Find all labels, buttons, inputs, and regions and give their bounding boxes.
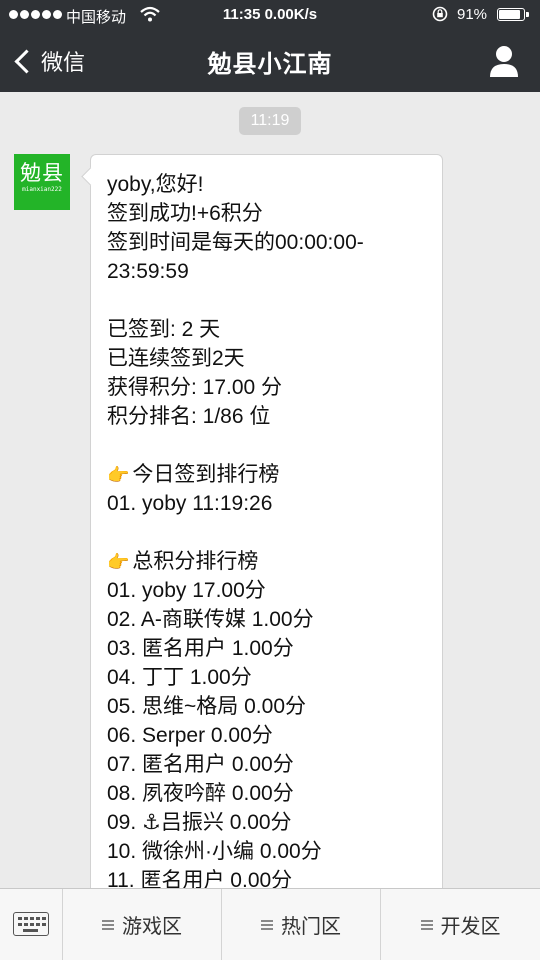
pointing-hand-icon: 👉 (107, 552, 130, 572)
ranking-row: 01. yoby 17.00分 (107, 579, 266, 602)
rank-line: 积分排名: 1/86 位 (107, 405, 271, 428)
menu-tab-label: 热门区 (281, 916, 341, 938)
menu-lines-icon (420, 919, 433, 930)
today-ranking-heading: 👉 今日签到排行榜 (107, 460, 427, 489)
ranking-row: 02. A-商联传媒 1.00分 (107, 608, 314, 631)
pointing-hand-icon: 👉 (107, 465, 130, 485)
avatar-name: 勉县 (20, 161, 64, 185)
rotation-lock-icon (432, 6, 448, 22)
message-text: yoby,您好! 签到成功!+6积分 签到时间是每天的00:00:00- 23:… (107, 170, 427, 888)
ranking-row: 01. yoby 11:19:26 (107, 492, 273, 515)
profile-icon[interactable] (486, 44, 522, 78)
ranking-row: 05. 思维~格局 0.00分 (107, 695, 306, 718)
menu-tab-hot[interactable]: 热门区 (222, 889, 381, 960)
signin-time-line: 签到时间是每天的00:00:00- (107, 231, 364, 254)
days-signed-line: 已签到: 2 天 (107, 318, 221, 341)
nav-bar: 微信 勉县小江南 (0, 30, 540, 92)
keyboard-toggle-button[interactable] (0, 889, 63, 960)
ranking-row: 04. 丁丁 1.00分 (107, 666, 252, 689)
menu-tab-games[interactable]: 游戏区 (63, 889, 222, 960)
greeting-line: yoby,您好! (107, 173, 204, 196)
avatar-handle: mianxian222 (22, 186, 62, 193)
battery-icon (497, 8, 529, 21)
ranking-row: 06. Serper 0.00分 (107, 724, 273, 747)
today-ranking-title: 今日签到排行榜 (132, 463, 280, 486)
total-ranking-heading: 👉 总积分排行榜 (107, 547, 427, 576)
ranking-row: 08. 夙夜吟醉 0.00分 (107, 782, 294, 805)
menu-tab-label: 游戏区 (122, 916, 182, 938)
avatar[interactable]: 勉县 mianxian222 (14, 154, 70, 210)
today-ranking-list: 01. yoby 11:19:26 (107, 489, 427, 518)
points-line: 获得积分: 17.00 分 (107, 376, 283, 399)
signin-time-line-cont: 23:59:59 (107, 260, 189, 283)
ranking-row: 09. ⚓吕振兴 0.00分 (107, 811, 292, 834)
total-ranking-title: 总积分排行榜 (132, 550, 259, 573)
ranking-row: 11. 匿名用户 0.00分 (107, 869, 293, 888)
top-header: 中国移动 11:35 0.00K/s 91% 微信 勉县小江南 (0, 0, 540, 92)
menu-tab-label: 开发区 (440, 916, 501, 938)
ranking-row: 07. 匿名用户 0.00分 (107, 753, 294, 776)
total-ranking-list: 01. yoby 17.00分 02. A-商联传媒 1.00分 03. 匿名用户 … (107, 576, 427, 888)
menu-lines-icon (261, 919, 273, 930)
menu-tab-dev[interactable]: 开发区 (381, 889, 540, 960)
consecutive-line: 已连续签到2天 (107, 347, 245, 370)
chat-title: 勉县小江南 (207, 51, 333, 78)
ranking-row: 03. 匿名用户 1.00分 (107, 637, 294, 660)
message-timestamp: 11:19 (239, 107, 301, 135)
keyboard-icon (13, 912, 49, 936)
battery-percent: 91% (457, 6, 488, 23)
ranking-row: 10. 微徐州·小编 0.00分 (107, 840, 322, 863)
menu-lines-icon (102, 919, 114, 930)
signin-success-line: 签到成功!+6积分 (107, 202, 263, 225)
status-bar: 中国移动 11:35 0.00K/s 91% (0, 0, 540, 30)
chat-area[interactable]: 11:19 勉县 mianxian222 yoby,您好! 签到成功!+6积分 … (0, 92, 540, 888)
bottom-menu-bar: 游戏区 热门区 开发区 (0, 888, 540, 960)
